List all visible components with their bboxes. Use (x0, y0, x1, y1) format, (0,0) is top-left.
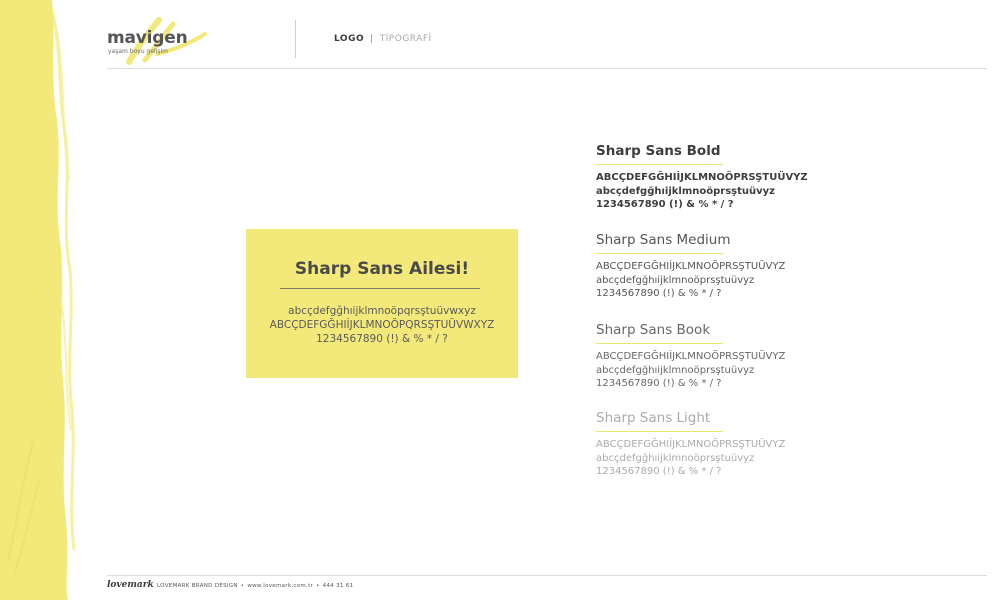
specimen-uppercase: ABCÇDEFGĞHIİJKLMNOÖPRSŞTUÜVYZ (596, 172, 808, 183)
footer-separator: • (240, 583, 245, 589)
specimen-name: Sharp Sans Book (596, 322, 711, 338)
nav-item-typography[interactable]: TİPOGRAFİ (380, 34, 432, 44)
specimen-lowercase: abcçdefgğhıijklmnoöprsştuüvyz (596, 452, 755, 464)
specimen-underline (596, 343, 723, 344)
specimen-book: Sharp Sans Book ABCÇDEFGĞHIİJKLMNOÖPRSŞT… (596, 322, 856, 391)
breadcrumb-nav: LOGO | TİPOGRAFİ (334, 34, 432, 44)
brand-logo[interactable]: mavigen yaşam boyu gelişim (107, 14, 217, 66)
specimen-uppercase: ABCÇDEFGĞHIİJKLMNOÖPRSŞTUÜVYZ (596, 351, 786, 362)
specimen-numbers: 1234567890 (!) & % * / ? (596, 199, 734, 210)
footer-website[interactable]: www.lovemark.com.tr (247, 583, 313, 589)
card-character-set: abcçdefgğhıijklmnoöpqrsştuüvwxyz ABCÇDEF… (246, 304, 518, 346)
specimen-numbers: 1234567890 (!) & % * / ? (596, 378, 722, 389)
footer-phone: 444 31 61 (322, 583, 354, 589)
specimen-name: Sharp Sans Medium (596, 232, 731, 248)
specimen-name: Sharp Sans Bold (596, 143, 721, 159)
brand-name: mavigen (107, 28, 188, 48)
specimen-numbers: 1234567890 (!) & % * / ? (596, 288, 722, 299)
specimen-light: Sharp Sans Light ABCÇDEFGĞHIİJKLMNOÖPRSŞ… (596, 410, 856, 479)
brush-stroke-decoration (0, 0, 78, 600)
specimen-underline (596, 253, 723, 254)
card-lowercase: abcçdefgğhıijklmnoöpqrsştuüvwxyz (288, 305, 476, 317)
footer-separator: • (316, 583, 320, 589)
specimen-name: Sharp Sans Light (596, 410, 711, 426)
footer-company: LOVEMARK BRAND DESIGN (157, 583, 238, 589)
nav-item-logo[interactable]: LOGO (334, 34, 364, 44)
brand-tagline: yaşam boyu gelişim (108, 48, 168, 55)
specimen-underline (596, 164, 723, 165)
nav-separator: | (370, 34, 374, 44)
specimen-numbers: 1234567890 (!) & % * / ? (596, 466, 722, 477)
specimen-uppercase: ABCÇDEFGĞHIİJKLMNOÖPRSŞTUÜVYZ (596, 439, 786, 450)
specimen-lowercase: abcçdefgğhıijklmnoöprsştuüvyz (596, 185, 775, 197)
card-title-underline (280, 288, 480, 289)
specimen-lowercase: abcçdefgğhıijklmnoöprsştuüvyz (596, 274, 755, 286)
card-title: Sharp Sans Ailesi! (294, 259, 470, 279)
footer-logo: lovemark (107, 580, 154, 590)
specimen-bold: Sharp Sans Bold ABCÇDEFGĞHIİJKLMNOÖPRSŞT… (596, 143, 856, 212)
header-rule (107, 68, 987, 69)
header-divider (295, 20, 296, 58)
footer-rule (107, 575, 987, 576)
specimen-underline (596, 431, 723, 432)
card-numbers: 1234567890 (!) & % * / ? (316, 333, 448, 345)
font-family-card: Sharp Sans Ailesi! abcçdefgğhıijklmnoöpq… (246, 229, 518, 378)
card-uppercase: ABCÇDEFGĞHIİJKLMNOÖPQRSŞTUÜVWXYZ (269, 319, 495, 331)
specimen-medium: Sharp Sans Medium ABCÇDEFGĞHIİJKLMNOÖPRS… (596, 232, 856, 301)
specimen-lowercase: abcçdefgğhıijklmnoöprsştuüvyz (596, 364, 755, 376)
specimen-uppercase: ABCÇDEFGĞHIİJKLMNOÖPRSŞTUÜVYZ (596, 261, 786, 272)
footer-credits: LOVEMARK BRAND DESIGN • www.lovemark.com.t… (157, 583, 353, 589)
